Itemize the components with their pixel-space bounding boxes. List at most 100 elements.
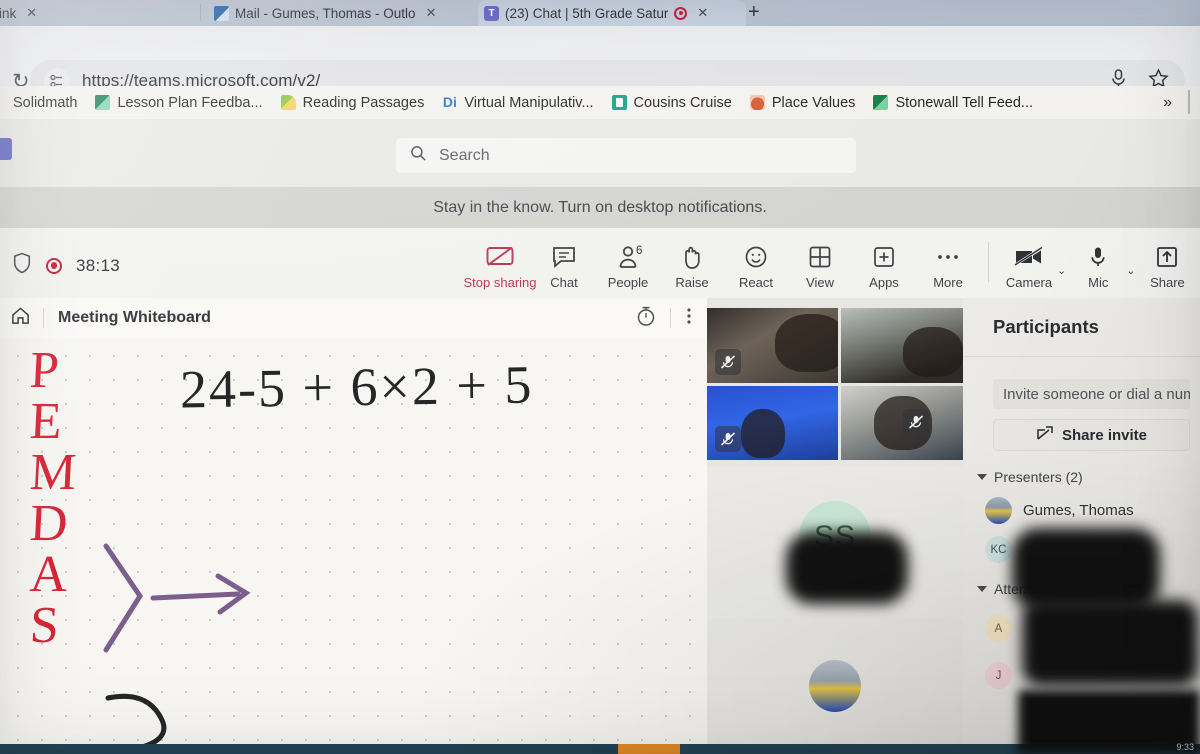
desktop-notification-banner[interactable]: Stay in the know. Turn on desktop notifi…: [0, 187, 1200, 228]
self-video-tile[interactable]: [707, 618, 963, 754]
home-icon[interactable]: [10, 305, 31, 331]
bookmark-label: Virtual Manipulativ...: [464, 94, 594, 111]
meeting-controls: Stop sharing Chat 6 People Raise React V…: [464, 238, 1199, 301]
apps-button[interactable]: Apps: [852, 238, 916, 290]
video-tile[interactable]: [840, 385, 971, 460]
toolbar-divider: [988, 242, 989, 282]
leaf-icon: [280, 95, 296, 110]
more-button[interactable]: More: [916, 238, 980, 290]
search-placeholder: Search: [439, 146, 490, 164]
chat-icon: [551, 242, 577, 272]
bookmark-item[interactable]: Solidmath: [4, 95, 86, 111]
bookmark-item[interactable]: Reading Passages: [272, 95, 434, 111]
close-icon[interactable]: ✕: [697, 5, 708, 21]
group-header-presenters[interactable]: Presenters (2): [977, 469, 1200, 485]
camera-off-icon: [1014, 242, 1044, 272]
microphone-icon: [1088, 242, 1108, 272]
stop-sharing-button[interactable]: Stop sharing: [464, 238, 537, 290]
browser-tab-2[interactable]: Mail - Gumes, Thomas - Outlo ✕: [208, 0, 466, 26]
mic-muted-icon: [715, 426, 741, 452]
teams-rail-icon[interactable]: [0, 138, 12, 160]
redaction-blob: [786, 532, 908, 604]
bookmark-label: Lesson Plan Feedba...: [117, 94, 263, 111]
stopwatch-icon[interactable]: [636, 305, 656, 332]
ink-letter: A: [28, 545, 70, 603]
avatar: A: [985, 615, 1012, 642]
avatar: J: [985, 662, 1012, 689]
taskbar-accent: [618, 744, 680, 754]
video-tile[interactable]: [707, 385, 838, 460]
text-caret: [1188, 90, 1190, 114]
participant-row[interactable]: Gumes, Thomas: [985, 497, 1200, 524]
more-ellipsis-icon: [935, 242, 961, 272]
ink-arrow-black: [105, 693, 167, 753]
avatar: [985, 497, 1012, 524]
bookmark-item[interactable]: Stonewall Tell Feed...: [864, 95, 1042, 111]
bookmark-item[interactable]: Lesson Plan Feedba...: [86, 95, 271, 111]
button-label: Chat: [550, 275, 578, 290]
close-icon[interactable]: ✕: [426, 5, 437, 21]
raise-hand-button[interactable]: Raise: [660, 238, 724, 290]
new-tab-button[interactable]: +: [748, 2, 760, 22]
teams-icon: [484, 5, 499, 21]
share-screen-icon: [1155, 242, 1179, 272]
bookmark-label: Cousins Cruise: [633, 94, 732, 111]
video-tile[interactable]: [840, 308, 971, 383]
bookmark-item[interactable]: Cousins Cruise: [603, 95, 741, 111]
whiteboard-panel: Meeting Whiteboard P E M D A S 24-5 + 6×…: [0, 298, 707, 754]
people-button[interactable]: 6 People: [596, 238, 660, 301]
more-vertical-icon[interactable]: [685, 305, 693, 332]
redaction-blob: [1022, 600, 1198, 686]
share-invite-button[interactable]: Share invite: [993, 419, 1190, 451]
camera-button[interactable]: Camera: [997, 238, 1061, 290]
whiteboard-canvas[interactable]: P E M D A S 24-5 + 6×2 + 5: [0, 338, 707, 754]
ink-acronym-pemdas: P E M D A S: [28, 342, 78, 654]
button-label: View: [806, 275, 834, 290]
tab-recording-icon: [674, 6, 688, 20]
view-button[interactable]: View: [788, 238, 852, 290]
header-divider: [43, 308, 44, 328]
group-label: Presenters (2): [994, 469, 1083, 485]
react-button[interactable]: React: [724, 238, 788, 290]
close-icon[interactable]: ✕: [26, 5, 37, 21]
ink-letter: P: [28, 342, 61, 399]
ink-equation: 24-5 + 6×2 + 5: [179, 354, 534, 420]
view-grid-icon: [808, 242, 832, 272]
share-button[interactable]: Share: [1135, 238, 1199, 290]
stop-sharing-icon: [485, 242, 515, 272]
button-label: Camera: [1005, 275, 1053, 290]
button-label: Raise: [675, 275, 709, 290]
whiteboard-header: Meeting Whiteboard: [0, 298, 707, 338]
panel-divider: [963, 356, 1200, 357]
button-label: Mic: [1088, 275, 1109, 290]
chevron-down-icon: [977, 474, 987, 480]
bookmark-label: Stonewall Tell Feed...: [895, 94, 1033, 111]
video-tile[interactable]: [707, 308, 838, 383]
meeting-status-group: 38:13: [12, 252, 120, 279]
mic-button[interactable]: Mic: [1066, 238, 1130, 290]
notification-text: Stay in the know. Turn on desktop notifi…: [433, 198, 767, 216]
bookmarks-overflow-button[interactable]: »: [1163, 94, 1172, 112]
bookmark-label: Solidmath: [13, 94, 78, 111]
chevron-down-icon: [977, 586, 987, 592]
mic-muted-icon: [903, 408, 930, 435]
invite-input[interactable]: Invite someone or dial a num: [993, 379, 1190, 409]
red-clock-icon: [749, 95, 765, 110]
bookmark-item[interactable]: Di Virtual Manipulativ...: [433, 95, 602, 111]
chat-button[interactable]: Chat: [532, 238, 596, 290]
bookmarks-bar: Solidmath Lesson Plan Feedba... Reading …: [0, 86, 1200, 119]
bookmark-item[interactable]: Place Values: [741, 95, 865, 111]
bookmark-label: Reading Passages: [302, 94, 425, 111]
browser-tab-3[interactable]: (23) Chat | 5th Grade Satur ✕: [478, 0, 746, 26]
browser-tab-1[interactable]: ssLink ✕: [0, 0, 186, 26]
search-input[interactable]: Search: [396, 138, 856, 173]
button-label: More: [933, 275, 963, 290]
mic-muted-icon: [715, 348, 741, 375]
recording-dot-icon: [46, 257, 62, 274]
invite-placeholder: Invite someone or dial a num: [1003, 385, 1190, 403]
avatar: KC: [985, 536, 1012, 563]
docs-icon: Di: [442, 94, 457, 110]
tab-title: (23) Chat | 5th Grade Satur: [505, 5, 669, 21]
search-icon: [410, 145, 427, 167]
ink-letter: S: [28, 596, 61, 654]
